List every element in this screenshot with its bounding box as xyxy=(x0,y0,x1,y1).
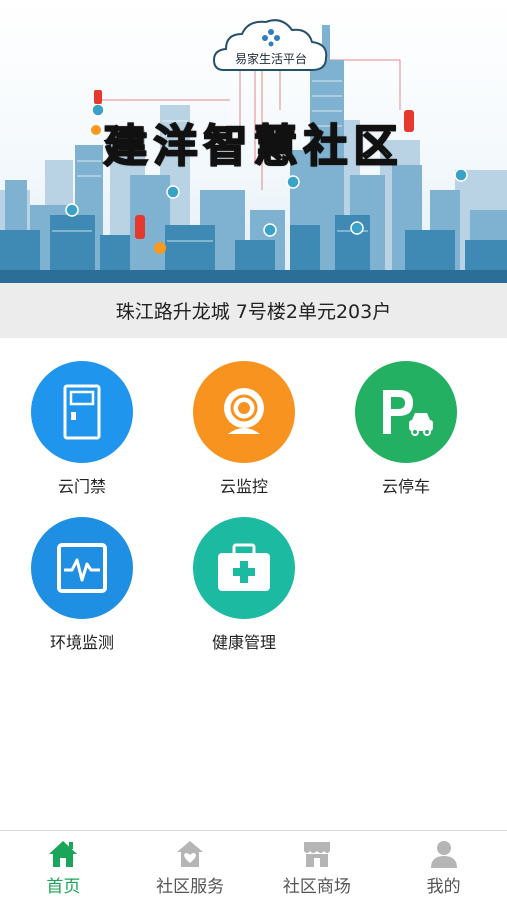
door-icon xyxy=(63,384,101,440)
service-environment-label: 环境监测 xyxy=(49,633,114,652)
nav-profile[interactable]: 我的 xyxy=(380,831,507,900)
banner-title: 建洋智慧社区 xyxy=(103,120,404,173)
service-environment-circle xyxy=(31,517,133,619)
service-parking-label: 云停车 xyxy=(381,477,430,496)
store-icon xyxy=(303,842,330,867)
nav-store-label: 社区商场 xyxy=(282,877,351,897)
address-bar[interactable]: 珠江路升龙城 7号楼2单元203户 xyxy=(0,283,507,338)
service-health[interactable]: 健康管理 xyxy=(174,517,314,657)
community-service-icon xyxy=(177,841,204,867)
service-environment[interactable]: 环境监测 xyxy=(12,517,152,657)
bottom-nav: 首页 社区服务 社区商场 我的 xyxy=(0,830,507,900)
address-text: 珠江路升龙城 7号楼2单元203户 xyxy=(115,301,392,323)
service-monitoring-circle xyxy=(193,361,295,463)
nav-home[interactable]: 首页 xyxy=(0,831,127,900)
nav-home-label: 首页 xyxy=(46,877,81,897)
service-parking-circle xyxy=(355,361,457,463)
service-parking[interactable]: 云停车 xyxy=(336,361,476,501)
nav-community-service[interactable]: 社区服务 xyxy=(127,831,254,900)
service-door-access-label: 云门禁 xyxy=(57,477,106,496)
nav-profile-label: 我的 xyxy=(426,877,461,897)
service-health-circle xyxy=(193,517,295,619)
camera-icon xyxy=(224,388,264,434)
parking-icon xyxy=(383,390,433,436)
monitor-icon xyxy=(57,543,107,593)
service-monitoring-label: 云监控 xyxy=(219,477,268,496)
service-door-access[interactable]: 云门禁 xyxy=(12,361,152,501)
home-icon xyxy=(49,841,78,867)
banner: 易家生活平台 建洋智慧社区 xyxy=(0,0,507,283)
platform-name: 易家生活平台 xyxy=(234,52,307,66)
nav-community-service-label: 社区服务 xyxy=(156,877,225,897)
medkit-icon xyxy=(218,543,270,591)
nav-store[interactable]: 社区商场 xyxy=(254,831,381,900)
service-monitoring[interactable]: 云监控 xyxy=(174,361,314,501)
service-door-access-circle xyxy=(31,361,133,463)
user-icon xyxy=(430,841,457,868)
cloud-icon xyxy=(212,19,328,71)
service-health-label: 健康管理 xyxy=(211,633,276,652)
cloud-badge: 易家生活平台 xyxy=(212,12,330,78)
